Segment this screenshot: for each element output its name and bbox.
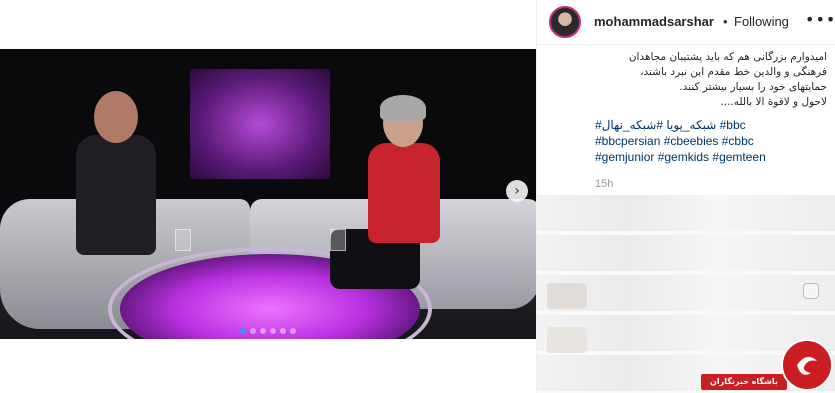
carousel-dot[interactable] xyxy=(240,328,246,334)
hashtag-line[interactable]: #bbcpersian #cbeebies #cbbc xyxy=(595,133,827,149)
blurred-avatar xyxy=(547,327,587,353)
water-glass xyxy=(175,229,191,251)
caption-line: فرهنگی و والدین خط مقدم این نبرد باشند، xyxy=(640,66,827,78)
logo-icon xyxy=(797,356,817,375)
host-hair xyxy=(380,95,426,121)
caption-line: لاحول و لاقوة الا بالله.... xyxy=(720,96,827,108)
blurred-comment-row xyxy=(537,195,835,231)
guest-head xyxy=(94,91,138,143)
post-media[interactable]: › xyxy=(0,0,536,393)
avatar[interactable] xyxy=(549,6,581,38)
username-link[interactable]: mohammadsarshar xyxy=(594,14,714,29)
post-caption: امیدوارم بزرگانی هم که باید پشتیبان مجاه… xyxy=(595,50,827,110)
carousel-dots xyxy=(0,319,536,338)
host-figure xyxy=(330,95,445,289)
carousel-dot[interactable] xyxy=(270,328,276,334)
post-image[interactable]: › xyxy=(0,49,536,339)
following-button[interactable]: Following xyxy=(734,14,789,29)
water-glass xyxy=(330,229,346,251)
watermark-logo xyxy=(781,339,833,391)
heart-icon[interactable] xyxy=(803,283,819,299)
caption-line: امیدوارم بزرگانی هم که باید پشتیبان مجاه… xyxy=(628,51,827,63)
post-timestamp[interactable]: 15h xyxy=(595,178,613,190)
carousel-dot[interactable] xyxy=(280,328,286,334)
carousel-dot[interactable] xyxy=(260,328,266,334)
carousel-next-button[interactable]: › xyxy=(506,180,528,202)
blurred-comment-row xyxy=(537,235,835,271)
guest-figure xyxy=(72,91,162,255)
blurred-avatar xyxy=(547,283,587,309)
more-options-icon[interactable]: ••• xyxy=(805,10,835,29)
studio-backscreen xyxy=(190,69,330,179)
header-separator: • xyxy=(723,14,728,29)
carousel-dot[interactable] xyxy=(250,328,256,334)
caption-line: حمایتهای خود را بسیار بیشتر کنند. xyxy=(679,81,827,93)
post-header: mohammadsarshar • Following ••• xyxy=(537,0,835,45)
hashtag-list: #شبکه_پویا #شبکه_نهال #bbc #bbcpersian #… xyxy=(595,117,827,165)
carousel-dot[interactable] xyxy=(290,328,296,334)
post-side-panel: mohammadsarshar • Following ••• امیدوارم… xyxy=(536,0,835,393)
watermark-text: باشگاه خبرنگاران xyxy=(710,377,778,386)
guest-body xyxy=(76,135,156,255)
chevron-right-icon: › xyxy=(514,183,520,199)
hashtag-line[interactable]: #شبکه_پویا #شبکه_نهال #bbc xyxy=(595,117,827,133)
hashtag-line[interactable]: #gemjunior #gemkids #gemteen xyxy=(595,149,827,165)
host-jacket xyxy=(368,143,440,243)
